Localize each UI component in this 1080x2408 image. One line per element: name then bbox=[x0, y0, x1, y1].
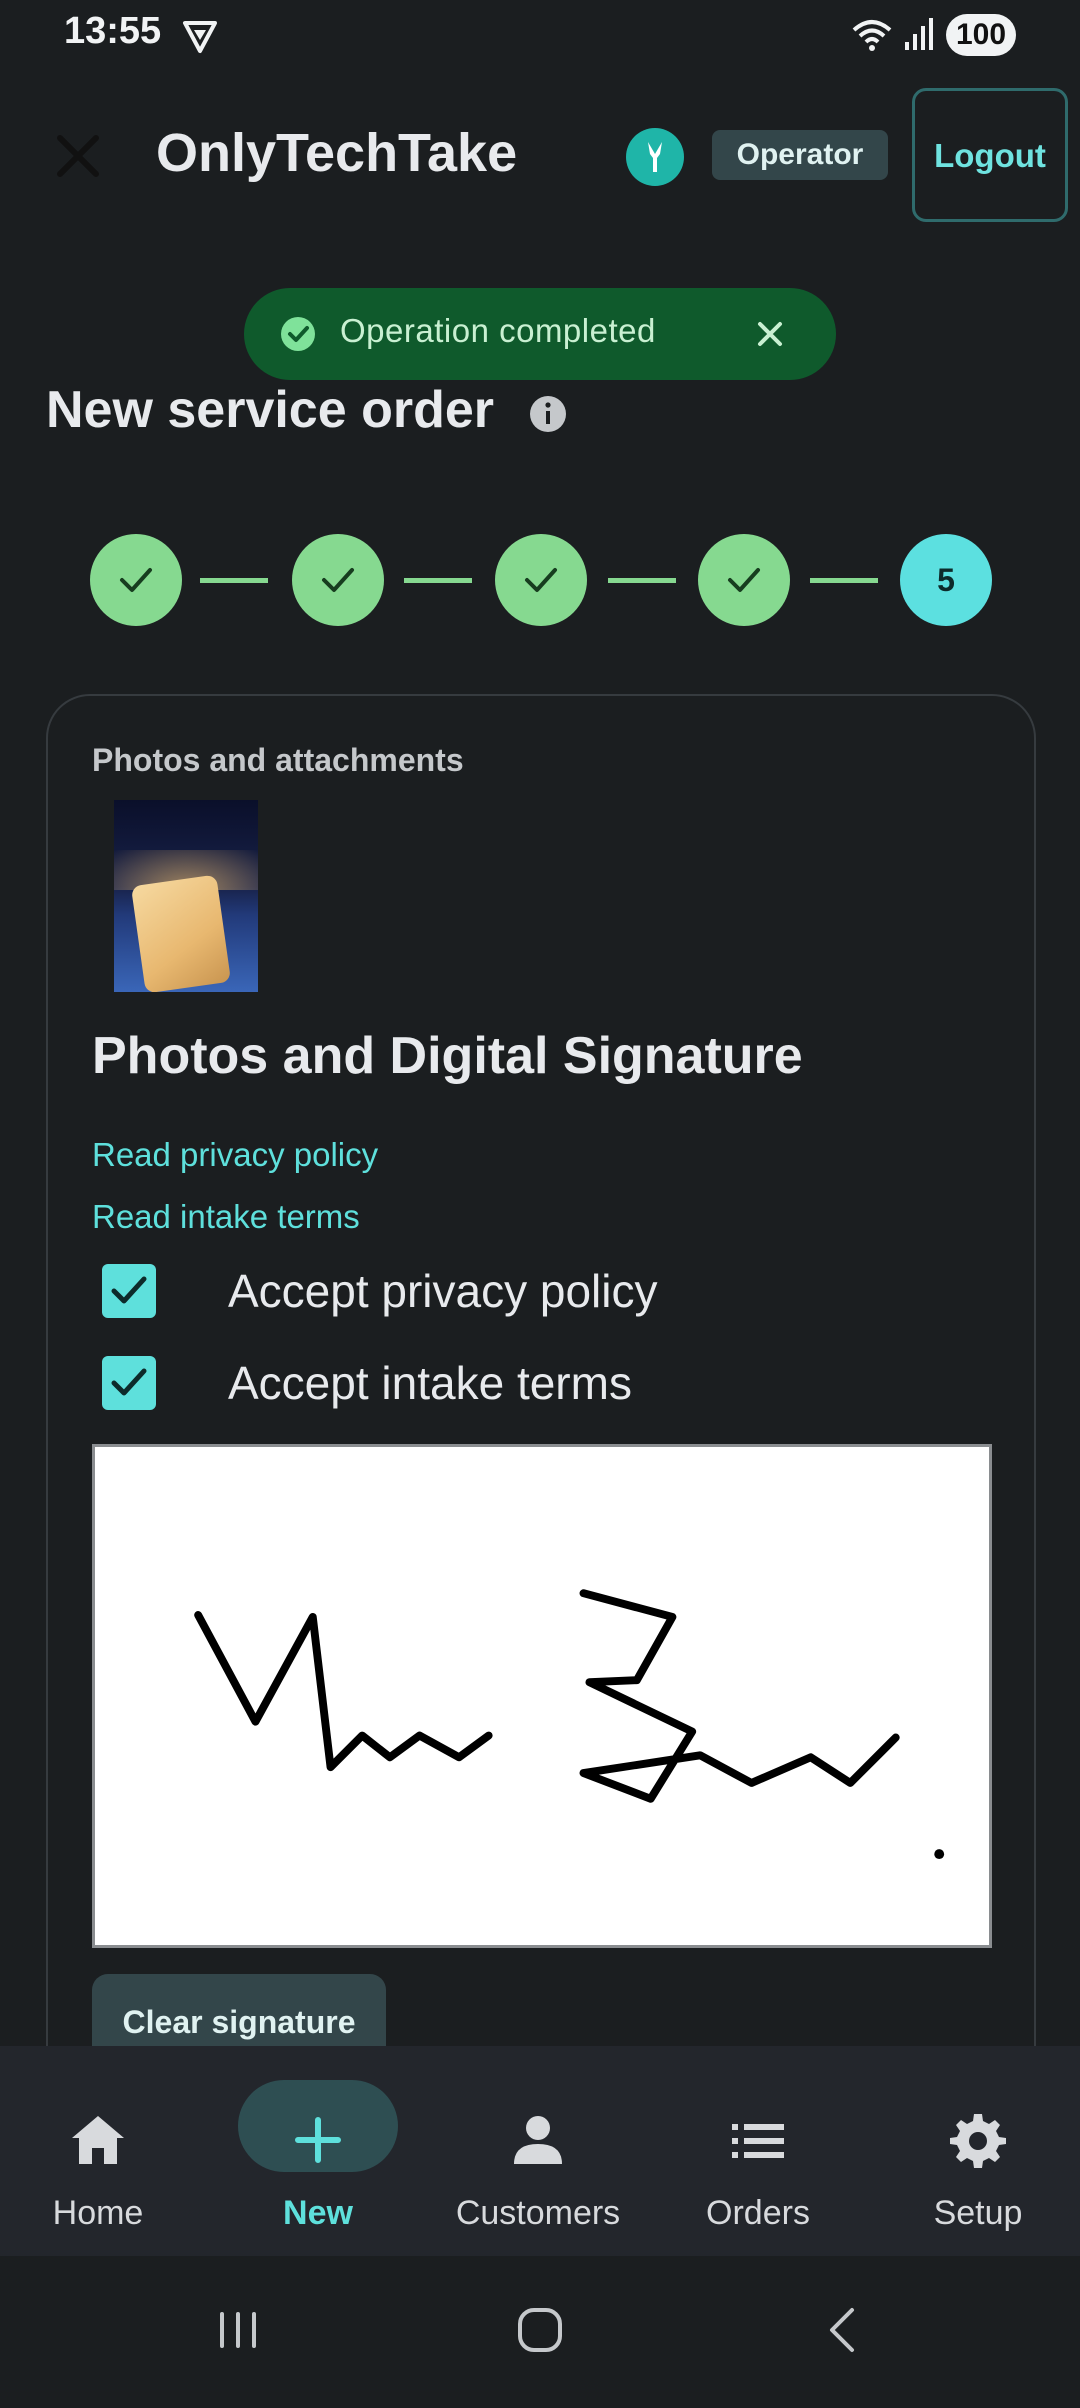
attachment-photo-thumbnail[interactable] bbox=[114, 800, 258, 992]
step-connector bbox=[404, 578, 472, 583]
step-4-complete[interactable] bbox=[698, 534, 790, 626]
step-1-complete[interactable] bbox=[90, 534, 182, 626]
role-badge: Operator bbox=[712, 130, 888, 180]
logout-button[interactable]: Logout bbox=[912, 88, 1068, 222]
nav-orders[interactable]: Orders bbox=[658, 2080, 858, 2232]
success-toast: Operation completed bbox=[244, 288, 836, 380]
accept-terms-label: Accept intake terms bbox=[228, 1357, 632, 1409]
list-icon bbox=[732, 2124, 784, 2158]
app-bar: OnlyTechTake Operator Logout bbox=[0, 86, 1080, 226]
checkmark-icon bbox=[111, 1276, 147, 1304]
check-circle-icon bbox=[281, 317, 315, 351]
stepper: 5 bbox=[0, 534, 1080, 628]
read-privacy-policy-link[interactable]: Read privacy policy bbox=[92, 1136, 378, 1174]
app-title: OnlyTechTake bbox=[156, 123, 518, 183]
toast-message: Operation completed bbox=[340, 312, 656, 349]
nav-setup-label: Setup bbox=[933, 2194, 1023, 2232]
step-connector bbox=[810, 578, 878, 583]
app-logo-icon bbox=[626, 128, 684, 186]
plus-icon bbox=[295, 2117, 341, 2163]
nav-customers-label: Customers bbox=[455, 2194, 621, 2232]
info-icon[interactable] bbox=[528, 394, 568, 434]
bottom-navigation: Home New Customers Orders Setup bbox=[0, 2046, 1080, 2256]
section-title: Photos and Digital Signature bbox=[92, 1027, 803, 1085]
check-icon bbox=[728, 568, 760, 592]
signature-drawing bbox=[194, 1589, 945, 1860]
toast-close-icon[interactable] bbox=[754, 318, 786, 350]
attachments-label: Photos and attachments bbox=[92, 742, 464, 778]
back-icon[interactable] bbox=[814, 2300, 874, 2360]
wifi-icon bbox=[852, 20, 892, 51]
nav-new-label: New bbox=[283, 2194, 353, 2232]
nav-orders-label: Orders bbox=[706, 2194, 810, 2232]
nav-customers[interactable]: Customers bbox=[438, 2080, 638, 2232]
nav-setup[interactable]: Setup bbox=[878, 2080, 1078, 2232]
vpn-shield-icon bbox=[183, 21, 217, 53]
accept-privacy-checkbox[interactable] bbox=[102, 1264, 156, 1318]
signature-card: Photos and attachments Photos and Digita… bbox=[46, 694, 1036, 2094]
nav-home[interactable]: Home bbox=[0, 2080, 198, 2232]
recent-apps-icon[interactable] bbox=[208, 2300, 268, 2360]
close-icon[interactable] bbox=[50, 128, 106, 184]
step-connector bbox=[608, 578, 676, 583]
gear-icon bbox=[950, 2114, 1006, 2168]
system-navigation-bar bbox=[0, 2256, 1080, 2408]
battery-indicator: 100 bbox=[946, 14, 1016, 56]
step-5-current[interactable]: 5 bbox=[900, 534, 992, 626]
home-icon bbox=[72, 2116, 124, 2164]
step-3-complete[interactable] bbox=[495, 534, 587, 626]
read-intake-terms-link[interactable]: Read intake terms bbox=[92, 1198, 360, 1236]
accept-privacy-label: Accept privacy policy bbox=[228, 1265, 658, 1317]
check-icon bbox=[322, 568, 354, 592]
nav-new[interactable]: New bbox=[218, 2080, 418, 2232]
signal-icon bbox=[905, 18, 933, 50]
nav-home-label: Home bbox=[52, 2194, 144, 2232]
accept-terms-checkbox[interactable] bbox=[102, 1356, 156, 1410]
check-icon bbox=[525, 568, 557, 592]
checkmark-icon bbox=[111, 1368, 147, 1396]
home-button-icon[interactable] bbox=[510, 2300, 570, 2360]
step-connector bbox=[200, 578, 268, 583]
person-icon bbox=[514, 2116, 562, 2164]
status-time: 13:55 bbox=[64, 10, 162, 52]
signature-pad[interactable] bbox=[92, 1444, 992, 1948]
step-2-complete[interactable] bbox=[292, 534, 384, 626]
status-bar: 13:55 100 bbox=[0, 0, 1080, 72]
page-title: New service order bbox=[46, 381, 495, 439]
check-icon bbox=[120, 568, 152, 592]
